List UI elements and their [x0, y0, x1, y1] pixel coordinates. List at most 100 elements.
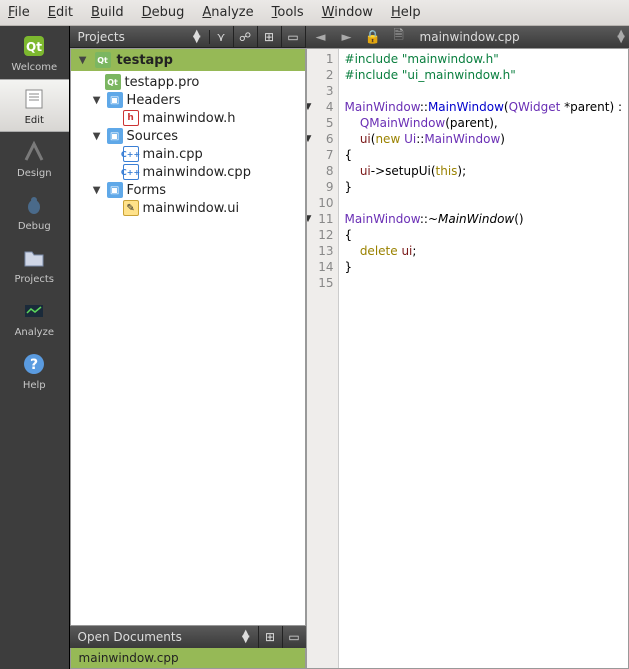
- menu-window[interactable]: Window: [322, 5, 373, 20]
- project-tree[interactable]: ▼ Qt testapp Qt testapp.pro ▼ ▣ Headers: [70, 48, 306, 626]
- mode-edit[interactable]: Edit: [0, 79, 69, 132]
- edit-icon: [20, 85, 48, 113]
- split-icon: ⊞: [264, 30, 274, 44]
- project-icon: Qt: [95, 52, 111, 68]
- fold-icon[interactable]: ▼: [306, 99, 312, 115]
- arrow-left-icon: ◄: [316, 30, 326, 45]
- close-icon: ▭: [288, 630, 299, 644]
- editor-filename: mainwindow.cpp: [420, 30, 614, 44]
- mode-debug[interactable]: Debug: [0, 185, 69, 238]
- close-panel-button[interactable]: ▭: [282, 26, 306, 47]
- mode-label: Design: [17, 168, 52, 179]
- mode-sidebar: Qt Welcome Edit Design Debug Projects An…: [0, 26, 70, 669]
- mode-label: Debug: [18, 221, 51, 232]
- bug-icon: [20, 191, 48, 219]
- menu-edit[interactable]: Edit: [48, 5, 73, 20]
- fold-icon[interactable]: ▼: [306, 131, 312, 147]
- mode-label: Projects: [15, 274, 54, 285]
- arrow-right-icon: ►: [342, 30, 352, 45]
- help-icon: ?: [20, 350, 48, 378]
- expand-icon[interactable]: ▼: [91, 185, 103, 196]
- svg-text:?: ?: [30, 357, 38, 373]
- split-button[interactable]: ⊞: [258, 626, 282, 648]
- tree-label: mainwindow.h: [143, 111, 236, 126]
- code-editor[interactable]: 123 ▼4 5 ▼6 78910 ▼11 12131415 #include …: [306, 48, 629, 669]
- tree-folder-forms[interactable]: ▼ ▣ Forms: [71, 181, 305, 199]
- folder-icon: [20, 244, 48, 272]
- svg-text:Qt: Qt: [26, 40, 42, 54]
- tree-root[interactable]: ▼ Qt testapp: [71, 49, 305, 71]
- filter-button[interactable]: ⋎: [210, 26, 234, 47]
- mode-label: Edit: [25, 115, 44, 126]
- menu-bar: File Edit Build Debug Analyze Tools Wind…: [0, 0, 629, 26]
- tree-folder-sources[interactable]: ▼ ▣ Sources: [71, 127, 305, 145]
- tree-folder-headers[interactable]: ▼ ▣ Headers: [71, 91, 305, 109]
- projects-panel-header: Projects ▲▼ ⋎ ☍ ⊞ ▭: [70, 26, 306, 48]
- tree-item[interactable]: C++ main.cpp: [71, 145, 305, 163]
- nav-back-button[interactable]: ◄: [310, 28, 332, 46]
- cpp-file-icon: C++: [123, 146, 139, 162]
- open-docs-selector[interactable]: Open Documents ▲▼: [70, 630, 258, 644]
- updown-icon[interactable]: ▲▼: [617, 31, 625, 43]
- projects-selector[interactable]: Projects ▲▼: [70, 30, 210, 44]
- menu-debug[interactable]: Debug: [142, 5, 185, 20]
- fold-icon[interactable]: ▼: [306, 211, 312, 227]
- close-panel-button[interactable]: ▭: [282, 626, 306, 648]
- split-icon: ⊞: [265, 630, 275, 644]
- pro-file-icon: Qt: [105, 74, 121, 90]
- folder-icon: ▣: [107, 182, 123, 198]
- project-name: testapp: [117, 53, 173, 68]
- file-type-button[interactable]: 🗎: [388, 28, 410, 46]
- menu-help[interactable]: Help: [391, 5, 421, 20]
- design-icon: [20, 138, 48, 166]
- file-icon: 🗎: [393, 26, 403, 48]
- tree-label: main.cpp: [143, 147, 203, 162]
- qt-icon: Qt: [20, 32, 48, 60]
- tree-label: testapp.pro: [125, 75, 200, 90]
- mode-label: Welcome: [11, 62, 57, 73]
- tree-item-pro[interactable]: Qt testapp.pro: [71, 73, 305, 91]
- ui-file-icon: ✎: [123, 200, 139, 216]
- close-icon: ▭: [287, 30, 298, 44]
- tree-label: Sources: [127, 129, 178, 144]
- menu-analyze[interactable]: Analyze: [202, 5, 253, 20]
- open-docs-label: Open Documents: [78, 630, 182, 644]
- tree-label: mainwindow.cpp: [143, 165, 251, 180]
- h-file-icon: h: [123, 110, 139, 126]
- updown-icon: ▲▼: [193, 31, 201, 43]
- menu-build[interactable]: Build: [91, 5, 124, 20]
- analyze-icon: [20, 297, 48, 325]
- folder-icon: ▣: [107, 128, 123, 144]
- open-doc-label: mainwindow.cpp: [79, 651, 179, 665]
- menu-tools[interactable]: Tools: [272, 5, 304, 20]
- lock-button[interactable]: 🔒: [362, 28, 384, 46]
- tree-item[interactable]: ✎ mainwindow.ui: [71, 199, 305, 217]
- mode-help[interactable]: ? Help: [0, 344, 69, 397]
- lock-icon: 🔒: [364, 30, 380, 45]
- folder-icon: ▣: [107, 92, 123, 108]
- expand-icon[interactable]: ▼: [91, 131, 103, 142]
- code-area[interactable]: #include "mainwindow.h" #include "ui_mai…: [339, 49, 628, 668]
- open-documents-header: Open Documents ▲▼ ⊞ ▭: [70, 626, 306, 648]
- tree-item[interactable]: C++ mainwindow.cpp: [71, 163, 305, 181]
- cpp-file-icon: C++: [123, 164, 139, 180]
- mode-analyze[interactable]: Analyze: [0, 291, 69, 344]
- tree-item[interactable]: h mainwindow.h: [71, 109, 305, 127]
- tree-label: mainwindow.ui: [143, 201, 240, 216]
- split-button[interactable]: ⊞: [258, 26, 282, 47]
- open-doc-item[interactable]: mainwindow.cpp: [70, 648, 306, 669]
- link-button[interactable]: ☍: [234, 26, 258, 47]
- line-gutter: 123 ▼4 5 ▼6 78910 ▼11 12131415: [307, 49, 339, 668]
- mode-label: Help: [23, 380, 46, 391]
- menu-file[interactable]: File: [8, 5, 30, 20]
- nav-forward-button[interactable]: ►: [336, 28, 358, 46]
- mode-design[interactable]: Design: [0, 132, 69, 185]
- mode-projects[interactable]: Projects: [0, 238, 69, 291]
- editor-toolbar: ◄ ► 🔒 🗎 mainwindow.cpp ▲▼: [306, 26, 629, 48]
- mode-label: Analyze: [15, 327, 54, 338]
- link-icon: ☍: [239, 30, 251, 44]
- mode-welcome[interactable]: Qt Welcome: [0, 26, 69, 79]
- expand-icon[interactable]: ▼: [91, 95, 103, 106]
- expand-icon[interactable]: ▼: [77, 55, 89, 66]
- projects-label: Projects: [78, 30, 125, 44]
